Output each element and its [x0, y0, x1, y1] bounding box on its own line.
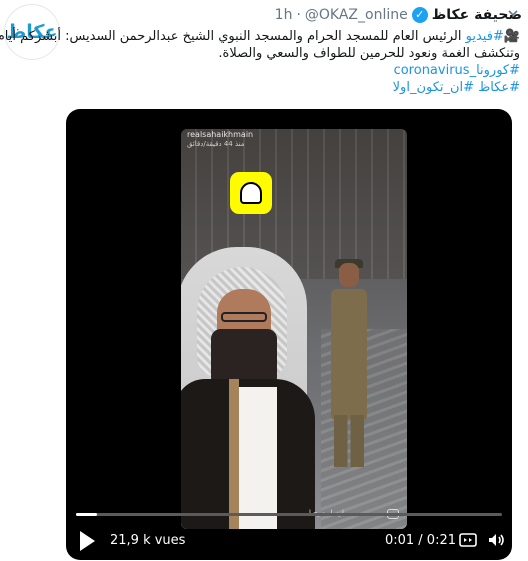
officer-head — [339, 263, 359, 287]
hashtag-okaz[interactable]: #عكاظ #ان_تكون_اولا — [66, 79, 520, 96]
video-player[interactable]: realsahaikhmain منذ 44 دقيقة/دقائق ارسل … — [66, 109, 512, 560]
imam-glasses — [221, 312, 267, 322]
tweet-text-line-1: 🎥#فيديو الرئيس العام للمسجد الحرام والمس… — [0, 28, 520, 45]
timecode: 0:01 / 0:21 — [384, 533, 456, 548]
officer-uniform — [331, 289, 367, 419]
tweet-text-line-2: وتنكشف الغمة ونعود للحرمين للطواف والسعي… — [218, 46, 520, 61]
tweet-header: صحيفة عكاظ ✓ @OKAZ_online · 1h — [66, 5, 522, 25]
duration: 0:21 — [426, 533, 456, 548]
progress-fill — [76, 513, 97, 516]
more-options-chevron-down-icon[interactable] — [504, 6, 522, 24]
bisht-trim — [229, 379, 239, 529]
volume-icon[interactable] — [486, 530, 506, 550]
header-separator: · — [296, 7, 301, 23]
snapchat-ghost-shape — [240, 182, 262, 204]
view-count: 21,9 k vues — [110, 533, 186, 548]
imam-thobe — [237, 387, 277, 529]
current-time: 0:01 — [384, 533, 415, 548]
progress-track[interactable] — [76, 513, 502, 516]
verified-badge-icon: ✓ — [411, 7, 428, 23]
tweet-timestamp[interactable]: 1h — [275, 7, 293, 23]
user-handle[interactable]: @OKAZ_online — [305, 7, 408, 23]
overlay-username: realsahaikhmain — [187, 130, 254, 139]
hashtag-video[interactable]: #فيديو — [466, 29, 504, 44]
officer-legs — [334, 415, 364, 467]
overlay-subtitle: منذ 44 دقيقة/دقائق — [187, 140, 245, 148]
gif-icon[interactable] — [458, 530, 478, 550]
snapchat-ghost-icon — [230, 172, 272, 214]
video-frame: realsahaikhmain منذ 44 دقيقة/دقائق ارسل … — [181, 129, 407, 529]
play-icon[interactable] — [80, 531, 95, 551]
tweet-text: 🎥#فيديو الرئيس العام للمسجد الحرام والمس… — [0, 28, 520, 96]
hashtag-coronavirus[interactable]: #كورونا_coronavirus — [66, 62, 520, 79]
tweet-text-line-1-body: الرئيس العام للمسجد الحرام والمسجد النبو… — [0, 29, 466, 44]
